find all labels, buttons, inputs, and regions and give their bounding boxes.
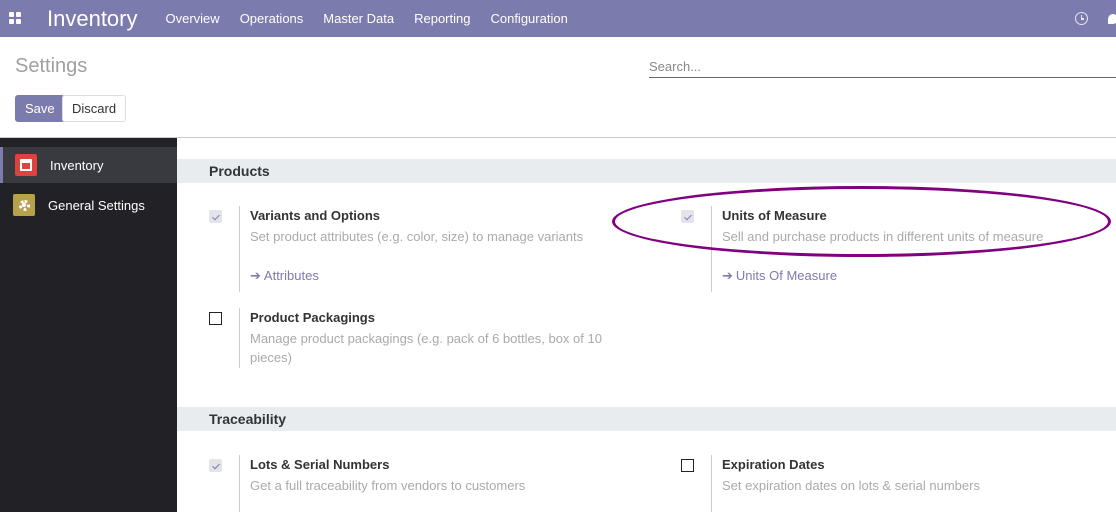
gear-icon	[13, 194, 35, 216]
apps-grid-icon[interactable]	[9, 11, 23, 26]
menu-configuration[interactable]: Configuration	[490, 11, 567, 26]
setting-description: Get a full traceability from vendors to …	[250, 478, 526, 493]
setting-title: Expiration Dates	[722, 457, 825, 472]
setting-title: Product Packagings	[250, 310, 375, 325]
units-of-measure-checkbox[interactable]	[681, 210, 694, 223]
top-navbar: Inventory Overview Operations Master Dat…	[0, 0, 1116, 37]
sidebar-item-label: General Settings	[48, 197, 145, 213]
control-panel: Settings Save Discard	[0, 37, 1116, 138]
save-button[interactable]: Save	[15, 95, 65, 122]
menu-operations[interactable]: Operations	[240, 11, 304, 26]
inventory-icon	[15, 154, 37, 176]
setting-divider	[711, 455, 712, 512]
setting-divider	[239, 206, 240, 292]
settings-sidebar: Inventory General Settings	[0, 138, 177, 512]
sidebar-item-general-settings[interactable]: General Settings	[0, 187, 177, 223]
app-name[interactable]: Inventory	[47, 6, 138, 32]
clock-icon[interactable]	[1075, 12, 1088, 25]
setting-title: Variants and Options	[250, 208, 381, 223]
menu-master-data[interactable]: Master Data	[323, 11, 394, 26]
section-title-traceability: Traceability	[177, 407, 1116, 431]
setting-divider	[239, 308, 240, 368]
setting-description: Set expiration dates on lots & serial nu…	[722, 478, 980, 493]
settings-content: Products Variants and Options Set produc…	[177, 138, 1116, 512]
setting-expiration-dates: Expiration Dates Set expiration dates on…	[681, 455, 1101, 512]
expiration-dates-checkbox[interactable]	[681, 459, 694, 472]
setting-description: Sell and purchase products in different …	[722, 229, 1044, 244]
section-title-products: Products	[177, 159, 1116, 183]
arrow-right-icon: ➔	[722, 268, 733, 283]
menu-reporting[interactable]: Reporting	[414, 11, 470, 26]
menu-overview[interactable]: Overview	[166, 11, 220, 26]
product-packagings-checkbox[interactable]	[209, 312, 222, 325]
navbar-systray	[1075, 0, 1116, 37]
units-of-measure-link[interactable]: ➔ Units Of Measure	[722, 268, 837, 284]
setting-description: Set product attributes (e.g. color, size…	[250, 229, 584, 244]
page-title: Settings	[15, 55, 88, 77]
arrow-right-icon: ➔	[250, 268, 261, 283]
setting-title: Lots & Serial Numbers	[250, 457, 390, 472]
discard-button[interactable]: Discard	[62, 95, 127, 122]
search-box	[649, 56, 1116, 78]
setting-lots-and-serial-numbers: Lots & Serial Numbers Get a full traceab…	[209, 455, 629, 512]
setting-product-packagings: Product Packagings Manage product packag…	[209, 308, 629, 368]
setting-description: Manage product packagings (e.g. pack of …	[250, 331, 602, 365]
setting-divider	[711, 206, 712, 292]
setting-variants-and-options: Variants and Options Set product attribu…	[209, 206, 629, 292]
setting-units-of-measure: Units of Measure Sell and purchase produ…	[681, 206, 1101, 292]
sidebar-item-inventory[interactable]: Inventory	[0, 147, 177, 183]
setting-title: Units of Measure	[722, 208, 827, 223]
sidebar-item-label: Inventory	[50, 157, 104, 173]
setting-divider	[239, 455, 240, 512]
chat-icon[interactable]	[1108, 13, 1116, 24]
search-input[interactable]	[649, 56, 1116, 76]
lots-serial-checkbox[interactable]	[209, 459, 222, 472]
attributes-link[interactable]: ➔ Attributes	[250, 268, 319, 284]
variants-checkbox[interactable]	[209, 210, 222, 223]
